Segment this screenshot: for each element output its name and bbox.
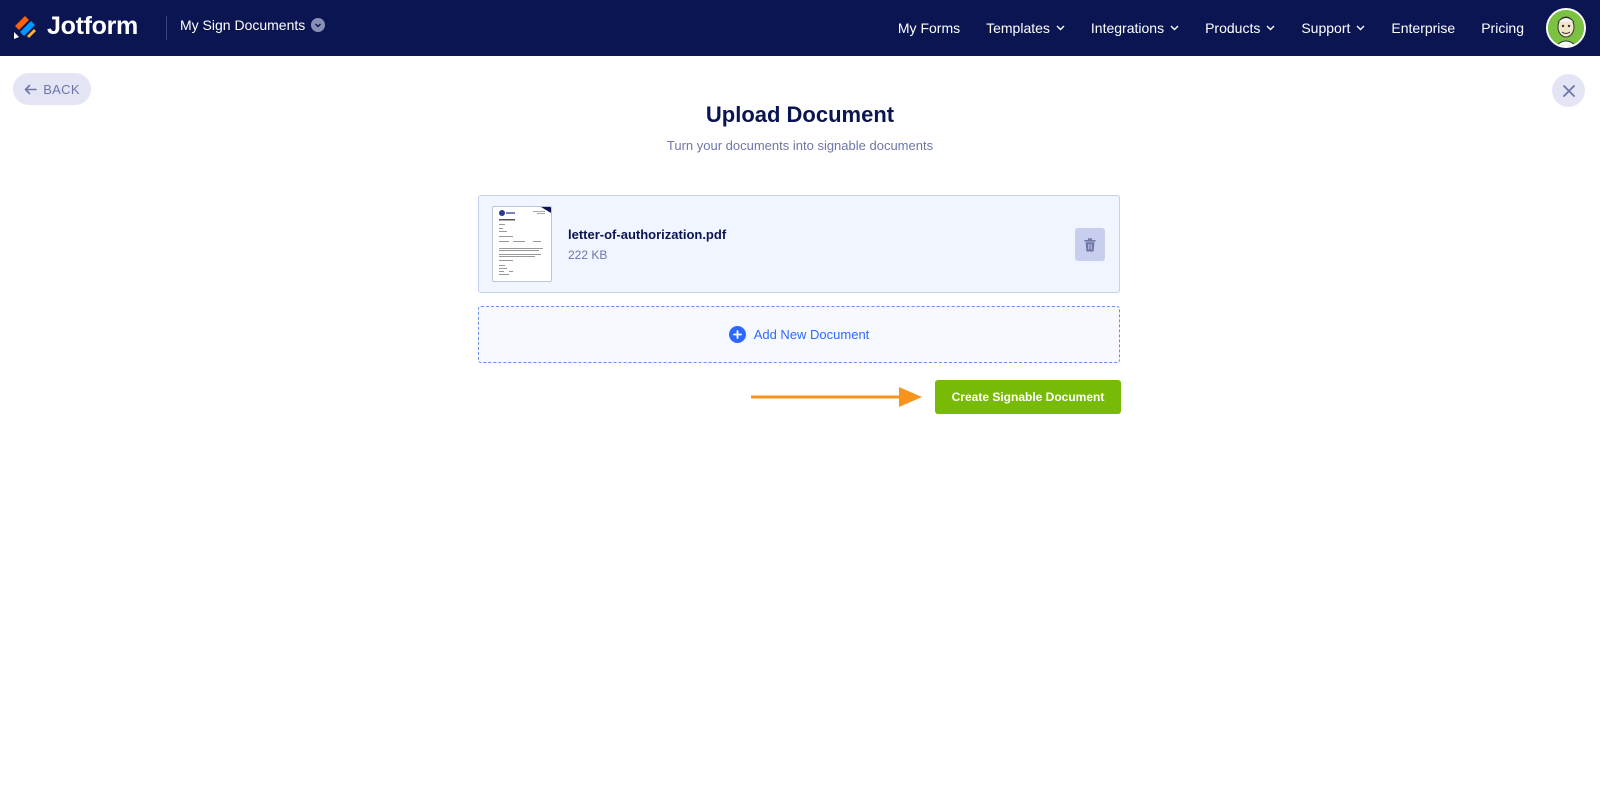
top-navbar: Jotform My Sign Documents My Forms Templ… — [0, 0, 1600, 56]
page-subtitle: Turn your documents into signable docume… — [666, 138, 934, 153]
nav-enterprise[interactable]: Enterprise — [1391, 20, 1455, 36]
add-new-document-label: Add New Document — [753, 327, 870, 342]
nav-support[interactable]: Support — [1301, 20, 1365, 36]
header-divider — [166, 16, 167, 40]
jotform-logo-icon — [14, 15, 36, 39]
plus-circle-icon — [728, 326, 746, 343]
chevron-down-icon — [311, 18, 326, 32]
nav-integrations[interactable]: Integrations — [1091, 20, 1179, 36]
file-size: 222 KB — [568, 248, 608, 262]
file-name: letter-of-authorization.pdf — [568, 227, 727, 242]
user-avatar-icon — [1548, 10, 1584, 46]
document-preview-icon — [493, 207, 551, 281]
user-avatar[interactable] — [1546, 8, 1586, 48]
nav-label: Enterprise — [1391, 20, 1456, 36]
chevron-down-icon — [1170, 25, 1179, 31]
back-button[interactable]: BACK — [13, 73, 91, 105]
nav-my-forms[interactable]: My Forms — [898, 20, 960, 36]
uploaded-file-card: letter-of-authorization.pdf 222 KB — [478, 195, 1120, 293]
nav-label: My Forms — [897, 20, 961, 36]
nav-label: Support — [1301, 20, 1351, 36]
nav-label: Products — [1205, 20, 1261, 36]
nav-label: Templates — [986, 20, 1050, 36]
nav-products[interactable]: Products — [1205, 20, 1275, 36]
arrow-left-icon — [24, 84, 37, 94]
chevron-down-icon — [1056, 25, 1065, 31]
nav-label: Pricing — [1481, 20, 1524, 36]
add-new-document-button[interactable]: Add New Document — [478, 306, 1120, 363]
page-title: Upload Document — [705, 102, 895, 127]
product-menu-label: My Sign Documents — [180, 17, 306, 33]
brand-name: Jotform — [47, 12, 138, 40]
chevron-down-icon — [1266, 25, 1275, 31]
back-button-label: BACK — [43, 81, 80, 97]
product-menu[interactable]: My Sign Documents — [180, 17, 326, 33]
annotation-arrow-icon — [751, 387, 922, 407]
jotform-logo[interactable]: Jotform — [12, 12, 138, 41]
nav-label: Integrations — [1090, 20, 1165, 36]
chevron-down-icon — [1356, 25, 1365, 31]
create-signable-document-button[interactable]: Create Signable Document — [935, 380, 1121, 414]
document-thumbnail — [492, 206, 552, 282]
delete-file-button[interactable] — [1075, 228, 1105, 261]
nav-templates[interactable]: Templates — [986, 20, 1065, 36]
close-icon — [1562, 84, 1575, 97]
trash-icon — [1084, 237, 1096, 251]
main-nav: My Forms Templates Integrations Products… — [898, 0, 1600, 56]
nav-pricing[interactable]: Pricing — [1481, 20, 1524, 36]
